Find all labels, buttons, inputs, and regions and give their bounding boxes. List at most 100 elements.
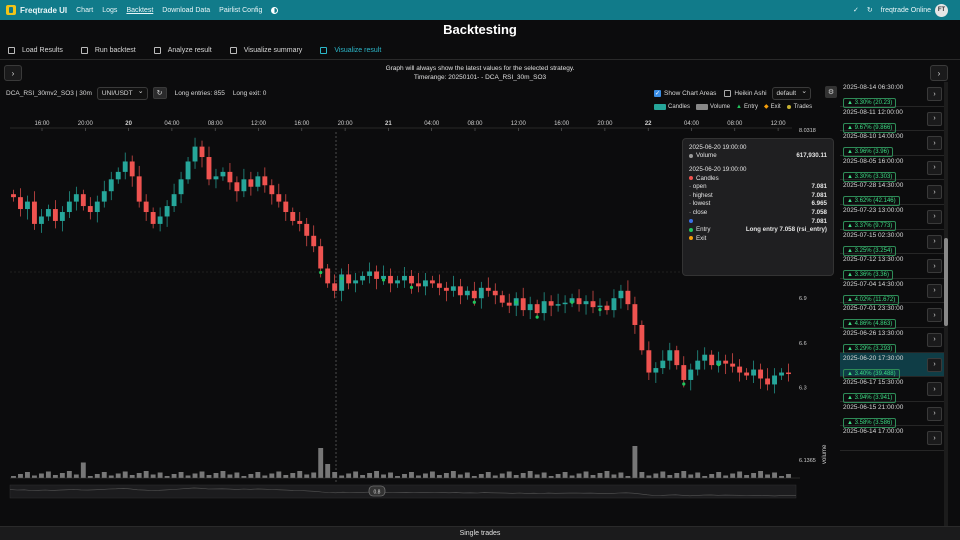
trade-item[interactable]: 2025-07-01 23:30:00 ▲ 4.86% (4.863) › xyxy=(840,303,944,330)
entry-marker xyxy=(514,300,518,304)
trade-open-button[interactable]: › xyxy=(927,87,942,101)
entry-dot-icon xyxy=(689,227,693,232)
avatar[interactable]: FT xyxy=(935,3,948,17)
volume-bar xyxy=(534,474,540,478)
trade-item[interactable]: 2025-07-28 14:30:00 ▲ 3.62% (42.146) › xyxy=(840,180,944,207)
legend-trades[interactable]: Trades xyxy=(786,104,812,110)
x-tick-label: 12:00 xyxy=(251,121,267,127)
nav-link-chart[interactable]: Chart xyxy=(76,7,93,14)
nav-link-backtest[interactable]: Backtest xyxy=(126,7,153,14)
trade-open-button[interactable]: › xyxy=(927,308,942,323)
trade-open-button[interactable]: › xyxy=(927,136,942,151)
trade-item[interactable]: 2025-08-14 06:30:00 ▲ 3.30% (20.23) › xyxy=(840,82,944,108)
trade-item[interactable]: 2025-06-14 17:00:00 › xyxy=(840,426,944,451)
x-tick-label: 20:00 xyxy=(78,121,94,127)
brand[interactable]: Freqtrade UI xyxy=(6,5,67,15)
trade-open-button[interactable]: › xyxy=(927,259,942,274)
trade-item[interactable]: 2025-07-15 02:30:00 ▲ 3.25% (3.254) › xyxy=(840,230,944,256)
candle xyxy=(429,280,435,284)
trade-open-button[interactable]: › xyxy=(927,357,942,372)
trade-open-button[interactable]: › xyxy=(927,431,942,446)
trade-item[interactable]: 2025-06-20 17:30:00 ▲ 3.40% (39.488) › xyxy=(840,352,944,379)
zoom-slider[interactable]: 0.8 xyxy=(9,484,797,499)
theme-toggle-icon[interactable] xyxy=(271,6,279,14)
legend-candles[interactable]: Candles xyxy=(654,103,690,110)
tab-run-backtest[interactable]: Run backtest xyxy=(80,47,136,54)
volume-bar xyxy=(786,474,791,478)
candle xyxy=(332,283,338,291)
heikin-ashi-checkbox[interactable] xyxy=(724,90,732,97)
pair-select[interactable]: UNI/USDT xyxy=(96,86,148,100)
candle xyxy=(583,301,589,305)
trade-list-scroll-thumb[interactable] xyxy=(944,238,948,326)
series-dot-icon xyxy=(689,219,693,224)
trade-item[interactable]: 2025-06-15 21:00:00 ▲ 3.58% (3.586) › xyxy=(840,402,944,428)
trade-open-button[interactable]: › xyxy=(927,111,942,126)
trade-item[interactable]: 2025-07-04 14:30:00 ▲ 4.02% (11.672) › xyxy=(840,279,944,305)
nav-link-logs[interactable]: Logs xyxy=(102,7,117,14)
show-chart-areas-checkbox[interactable]: ✓ xyxy=(654,90,661,97)
nav-link-pairlist-config[interactable]: Pairlist Config xyxy=(219,7,262,14)
nav-link-download-data[interactable]: Download Data xyxy=(162,7,210,14)
zoom-slider-track xyxy=(9,484,797,499)
volume-bar xyxy=(674,473,680,478)
tab-load-results[interactable]: Load Results xyxy=(8,47,63,54)
volume-bar xyxy=(234,472,240,478)
legend-volume[interactable]: Volume xyxy=(696,103,730,110)
candle xyxy=(443,287,449,291)
volume-bar xyxy=(429,471,435,478)
trade-open-button[interactable]: › xyxy=(927,185,942,200)
trade-profit-value: 3.25% (3.254) xyxy=(854,247,893,254)
candle xyxy=(681,365,687,380)
trade-item[interactable]: 2025-08-10 14:00:00 ▲ 3.96% (3.96) › xyxy=(840,131,944,158)
trade-item[interactable]: 2025-06-17 15:30:00 ▲ 3.94% (3.941) › xyxy=(840,377,944,404)
volume-bar xyxy=(555,474,561,478)
trade-profit-value: 3.58% (3.586) xyxy=(854,419,893,426)
x-tick-label: 08:00 xyxy=(208,121,224,127)
trade-item[interactable]: 2025-07-23 13:00:00 ▲ 3.37% (9.773) › xyxy=(840,205,944,231)
candle xyxy=(590,301,596,308)
candle xyxy=(674,350,680,366)
collapse-right-button[interactable]: › xyxy=(930,65,948,81)
plot-config-select[interactable]: default xyxy=(771,87,812,100)
tab-analyze-result[interactable]: Analyze result xyxy=(153,47,212,54)
trade-open-button[interactable]: › xyxy=(927,234,942,249)
tab-visualize-summary[interactable]: Visualize summary xyxy=(229,47,302,54)
collapse-left-button[interactable]: › xyxy=(4,65,22,81)
plot-settings-button[interactable]: ⚙ xyxy=(825,86,837,98)
trade-open-button[interactable]: › xyxy=(927,382,942,397)
triangle-up-icon: ▲ xyxy=(847,395,855,402)
trade-open-button[interactable]: › xyxy=(927,160,942,175)
volume-bar xyxy=(94,474,100,478)
trade-item[interactable]: 2025-08-05 16:00:00 ▲ 3.30% (3.303) › xyxy=(840,156,944,182)
candle xyxy=(639,324,645,351)
candle xyxy=(478,287,484,299)
volume-bar xyxy=(59,473,65,478)
candle xyxy=(220,171,226,177)
candle xyxy=(325,268,331,284)
volume-bar xyxy=(192,473,198,478)
trade-open-button[interactable]: › xyxy=(927,406,942,421)
candle xyxy=(730,363,736,367)
volume-bar xyxy=(779,476,784,478)
legend-entry[interactable]: ▲ Entry xyxy=(736,104,758,110)
candle xyxy=(122,161,128,172)
refresh-button[interactable]: ↻ xyxy=(152,87,167,99)
single-trades-footer[interactable]: Single trades xyxy=(0,526,960,540)
trade-open-button[interactable]: › xyxy=(927,209,942,224)
tab-visualize-result[interactable]: Visualize result xyxy=(320,47,381,54)
volume-bar xyxy=(765,474,771,478)
legend-exit[interactable]: ◆ Exit xyxy=(764,103,781,111)
candle xyxy=(779,372,784,376)
trade-item[interactable]: 2025-06-26 13:30:00 ▲ 3.29% (3.293) › xyxy=(840,328,944,354)
trade-open-button[interactable]: › xyxy=(927,283,942,298)
triangle-up-icon: ▲ xyxy=(847,124,855,131)
trade-item[interactable]: 2025-07-12 13:30:00 ▲ 3.36% (3.36) › xyxy=(840,254,944,281)
candle xyxy=(485,287,491,291)
refresh-icon[interactable]: ↻ xyxy=(867,6,873,14)
volume-bar xyxy=(646,475,652,478)
trade-open-button[interactable]: › xyxy=(927,332,942,347)
trade-item[interactable]: 2025-08-11 12:00:00 ▲ 9.67% (9.866) › xyxy=(840,107,944,133)
volume-bar xyxy=(206,475,212,478)
candle xyxy=(87,206,93,213)
